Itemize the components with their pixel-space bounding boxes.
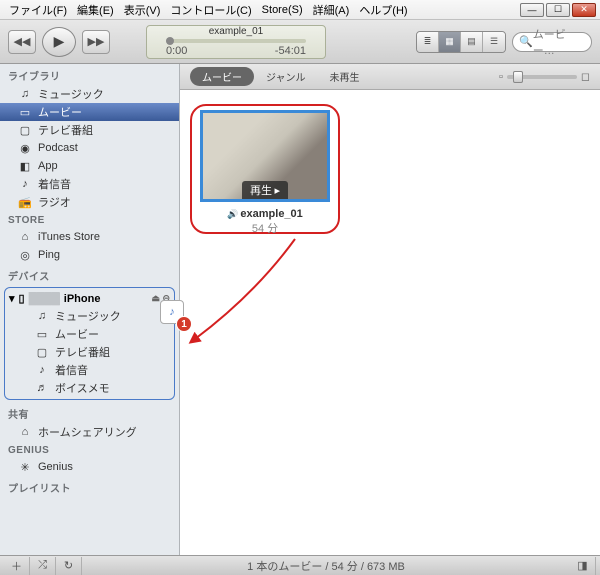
menu-edit[interactable]: 編集(E)	[72, 2, 119, 18]
store-icon: ⌂	[18, 231, 32, 243]
ringtone-icon: ♪	[18, 178, 32, 190]
sidebar-toggle-button[interactable]: ◨	[570, 557, 596, 575]
status-text: 1 本のムービー / 54 分 / 673 MB	[86, 558, 566, 574]
sidebar-header-device: デバイス	[0, 264, 179, 285]
filter-movies[interactable]: ムービー	[190, 67, 254, 86]
sidebar-item-radio[interactable]: 📻ラジオ	[0, 193, 179, 211]
small-icon: ▫	[499, 71, 503, 83]
device-item-ringtone[interactable]: ♪着信音	[5, 361, 174, 379]
now-playing-title: example_01	[209, 26, 263, 37]
music-icon: ♫	[35, 310, 49, 322]
play-button[interactable]: ▶	[42, 27, 76, 57]
now-playing-display: example_01 0:00 -54:01	[146, 25, 326, 59]
device-item-tv[interactable]: ▢テレビ番組	[5, 343, 174, 361]
genius-icon: ✳	[18, 461, 32, 474]
large-icon: ◻	[581, 70, 590, 83]
sidebar-header-library: ライブラリ	[0, 64, 179, 85]
close-button[interactable]: ✕	[572, 3, 596, 17]
sidebar-item-genius[interactable]: ✳Genius	[0, 458, 179, 476]
ringtone-icon: ♪	[35, 364, 49, 376]
sidebar-item-podcast[interactable]: ◉Podcast	[0, 139, 179, 157]
shuffle-button[interactable]: ⤮	[30, 557, 56, 575]
sidebar-header-shared: 共有	[0, 402, 179, 423]
menu-control[interactable]: コントロール(C)	[165, 2, 256, 18]
music-icon: ♫	[18, 88, 32, 100]
sidebar-item-music[interactable]: ♫ミュージック	[0, 85, 179, 103]
prev-button[interactable]: ◀◀	[8, 30, 36, 54]
menu-help[interactable]: ヘルプ(H)	[354, 2, 412, 18]
movie-icon: ▭	[35, 328, 49, 341]
menu-store[interactable]: Store(S)	[257, 4, 308, 16]
time-elapsed: 0:00	[166, 45, 187, 57]
sidebar-item-movies[interactable]: ▭ムービー	[0, 103, 179, 121]
view-list-button[interactable]: ≣	[417, 32, 439, 52]
size-slider[interactable]: ▫ ◻	[499, 70, 590, 83]
sidebar-header-playlist: プレイリスト	[0, 476, 179, 497]
window-controls: — ☐ ✕	[520, 3, 596, 17]
movie-label: 🔊example_01 54 分	[200, 208, 330, 236]
time-remaining: -54:01	[275, 45, 306, 57]
status-bar: ＋ ⤮ ↻ 1 本のムービー / 54 分 / 673 MB ◨	[0, 555, 600, 575]
add-button[interactable]: ＋	[4, 557, 30, 575]
repeat-button[interactable]: ↻	[56, 557, 82, 575]
sidebar: ライブラリ ♫ミュージック ▭ムービー ▢テレビ番組 ◉Podcast ◧App…	[0, 64, 180, 555]
disclosure-icon: ▾	[9, 292, 15, 305]
maximize-button[interactable]: ☐	[546, 3, 570, 17]
device-item-movies[interactable]: ▭ムービー	[5, 325, 174, 343]
menu-file[interactable]: ファイル(F)	[4, 2, 72, 18]
play-icon: ▸	[274, 185, 280, 197]
search-input[interactable]: 🔍 ムービー…	[512, 32, 592, 52]
sidebar-item-homesharing[interactable]: ⌂ホームシェアリング	[0, 423, 179, 441]
toolbar: ◀◀ ▶ ▶▶ example_01 0:00 -54:01 ≣ ▦ ▤ ☰ 🔍…	[0, 20, 600, 64]
menu-bar: ファイル(F) 編集(E) 表示(V) コントロール(C) Store(S) 詳…	[0, 0, 600, 20]
minimize-button[interactable]: —	[520, 3, 544, 17]
main-content: ムービー ジャンル 未再生 ▫ ◻ 再生 ▸ 🔊example_01 54 分	[180, 64, 600, 555]
filter-bar: ムービー ジャンル 未再生 ▫ ◻	[180, 64, 600, 90]
view-switcher: ≣ ▦ ▤ ☰	[416, 31, 506, 53]
movie-duration: 54 分	[200, 220, 330, 236]
sidebar-header-genius: GENIUS	[0, 441, 179, 458]
sidebar-item-tv[interactable]: ▢テレビ番組	[0, 121, 179, 139]
sidebar-item-ringtone[interactable]: ♪着信音	[0, 175, 179, 193]
progress-bar[interactable]	[166, 39, 306, 43]
sidebar-item-ping[interactable]: ◎Ping	[0, 246, 179, 264]
movie-thumbnail[interactable]: 再生 ▸	[200, 110, 330, 202]
search-placeholder: ムービー…	[533, 26, 585, 58]
annotation-arrow	[185, 234, 315, 354]
voicememo-icon: ♬	[35, 382, 49, 394]
tv-icon: ▢	[18, 124, 32, 137]
search-icon: 🔍	[519, 35, 533, 48]
sidebar-item-itunes-store[interactable]: ⌂iTunes Store	[0, 228, 179, 246]
view-coverflow-button[interactable]: ▤	[461, 32, 483, 52]
view-album-button[interactable]: ☰	[483, 32, 505, 52]
movie-icon: ▭	[18, 106, 32, 119]
next-button[interactable]: ▶▶	[82, 30, 110, 54]
app-icon: ◧	[18, 160, 32, 173]
radio-icon: 📻	[18, 196, 32, 209]
menu-advanced[interactable]: 詳細(A)	[308, 2, 355, 18]
menu-view[interactable]: 表示(V)	[119, 2, 166, 18]
filter-genre[interactable]: ジャンル	[254, 67, 318, 86]
movie-title: example_01	[240, 208, 302, 220]
tv-icon: ▢	[35, 346, 49, 359]
device-group: ▾ ▯ ████ iPhone ⏏ ⊝ ♫ミュージック ▭ムービー ▢テレビ番組…	[4, 287, 175, 400]
sidebar-item-app[interactable]: ◧App	[0, 157, 179, 175]
iphone-icon: ▯	[19, 292, 25, 305]
filter-unplayed[interactable]: 未再生	[318, 67, 372, 86]
ping-icon: ◎	[18, 249, 32, 262]
sidebar-header-store: STORE	[0, 211, 179, 228]
view-grid-button[interactable]: ▦	[439, 32, 461, 52]
podcast-icon: ◉	[18, 142, 32, 155]
device-header[interactable]: ▾ ▯ ████ iPhone ⏏ ⊝	[5, 290, 174, 307]
device-item-music[interactable]: ♫ミュージック	[5, 307, 174, 325]
home-icon: ⌂	[18, 426, 32, 438]
device-item-voicememo[interactable]: ♬ボイスメモ	[5, 379, 174, 397]
bottom-buttons: ＋ ⤮ ↻	[0, 557, 86, 575]
drag-count-badge: 1	[176, 316, 192, 332]
speaker-icon: 🔊	[227, 209, 238, 220]
